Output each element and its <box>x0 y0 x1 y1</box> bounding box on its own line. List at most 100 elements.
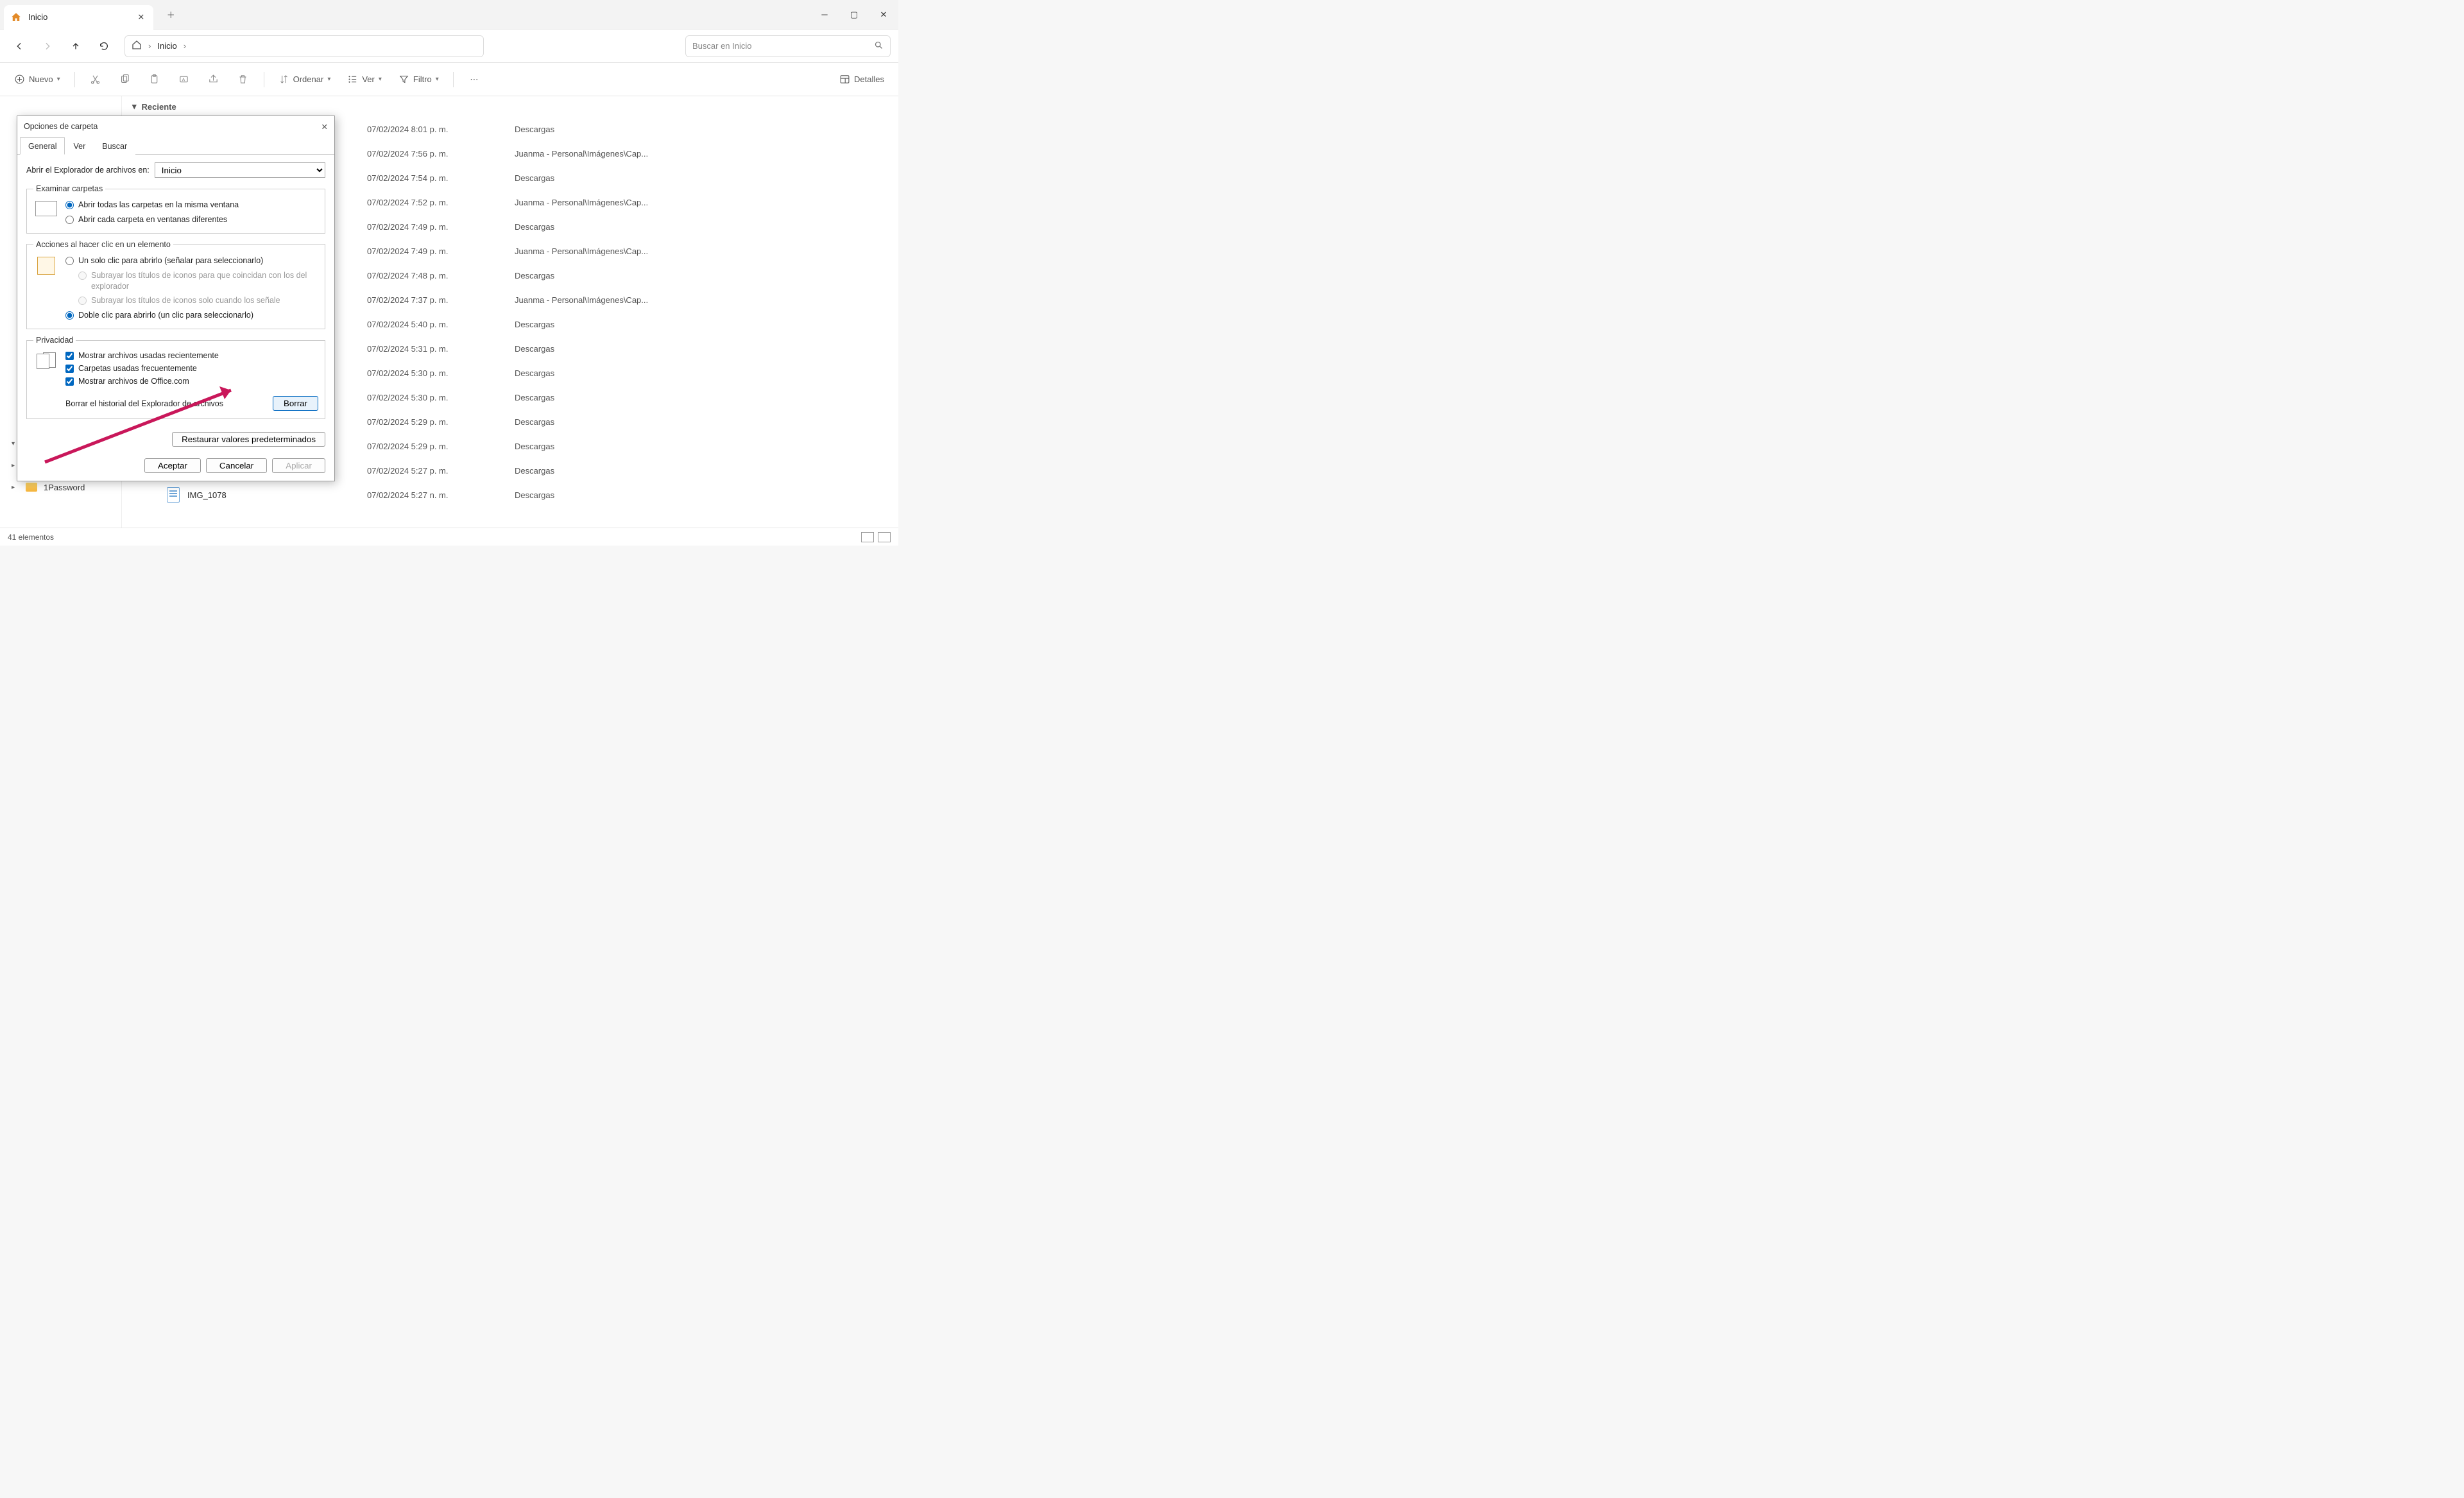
file-date: 07/02/2024 7:49 p. m. <box>367 246 515 256</box>
up-button[interactable] <box>64 35 87 58</box>
ok-button[interactable]: Aceptar <box>144 458 201 473</box>
file-date: 07/02/2024 7:49 p. m. <box>367 222 515 232</box>
file-row[interactable]: IMG_1078 07/02/2024 5:27 n. m. Descargas <box>122 483 898 507</box>
details-label: Detalles <box>854 74 884 84</box>
file-date: 07/02/2024 7:54 p. m. <box>367 173 515 183</box>
radio-underline-hover: Subrayar los títulos de iconos solo cuan… <box>65 295 318 306</box>
file-location: Juanma - Personal\Imágenes\Cap... <box>515 198 648 207</box>
minimize-button[interactable]: ─ <box>810 0 839 30</box>
file-date: 07/02/2024 5:30 p. m. <box>367 393 515 402</box>
check-recent[interactable]: Mostrar archivos usadas recientemente <box>65 351 318 360</box>
file-date: 07/02/2024 5:30 p. m. <box>367 368 515 378</box>
check-office[interactable]: Mostrar archivos de Office.com <box>65 377 318 386</box>
cut-button[interactable] <box>83 69 108 90</box>
forward-button[interactable] <box>36 35 59 58</box>
filter-label: Filtro <box>413 74 432 84</box>
chevron-down-icon: ▾ <box>57 76 60 83</box>
view-grid-button[interactable] <box>878 532 891 542</box>
radio-diff-window[interactable]: Abrir cada carpeta en ventanas diferente… <box>65 214 318 225</box>
view-list-button[interactable] <box>861 532 874 542</box>
clear-history-label: Borrar el historial del Explorador de ar… <box>65 399 223 408</box>
close-window-button[interactable]: ✕ <box>869 0 898 30</box>
chevron-down-icon: ▾ <box>379 76 382 83</box>
search-icon <box>874 40 884 52</box>
privacy-legend: Privacidad <box>33 336 76 345</box>
paste-button[interactable] <box>142 69 167 90</box>
clear-button[interactable]: Borrar <box>273 396 318 411</box>
check-frequent[interactable]: Carpetas usadas frecuentemente <box>65 364 318 373</box>
file-location: Descargas <box>515 417 554 427</box>
chevron-down-icon: ▾ <box>436 76 439 83</box>
chevron-right-icon: › <box>148 41 151 51</box>
examine-legend: Examinar carpetas <box>33 184 105 193</box>
file-date: 07/02/2024 7:37 p. m. <box>367 295 515 305</box>
more-button[interactable]: ⋯ <box>461 69 487 90</box>
share-button[interactable] <box>201 69 227 90</box>
radio-single-click[interactable]: Un solo clic para abrirlo (señalar para … <box>65 255 318 266</box>
breadcrumb[interactable]: Inicio <box>157 41 176 51</box>
refresh-button[interactable] <box>92 35 116 58</box>
apply-button: Aplicar <box>272 458 325 473</box>
toolbar: Nuevo ▾ A Ordenar ▾ Ver ▾ Filtro ▾ ⋯ Det… <box>0 63 898 96</box>
tab-inicio[interactable]: Inicio ✕ <box>4 5 153 30</box>
chevron-right-icon: ▸ <box>12 484 19 491</box>
file-location: Juanma - Personal\Imágenes\Cap... <box>515 149 648 159</box>
dialog-title: Opciones de carpeta <box>24 122 98 131</box>
tab-ver[interactable]: Ver <box>65 137 94 155</box>
section-label: Reciente <box>142 102 176 112</box>
item-count: 41 elementos <box>8 533 54 542</box>
radio-double-click[interactable]: Doble clic para abrirlo (un clic para se… <box>65 310 318 321</box>
folder-icon <box>26 483 37 492</box>
restore-defaults-button[interactable]: Restaurar valores predeterminados <box>172 432 325 447</box>
details-button[interactable]: Detalles <box>833 69 891 90</box>
chevron-right-icon[interactable]: › <box>184 41 186 51</box>
tab-close-icon[interactable]: ✕ <box>137 12 144 22</box>
file-date: 07/02/2024 8:01 p. m. <box>367 125 515 134</box>
file-location: Descargas <box>515 173 554 183</box>
cancel-button[interactable]: Cancelar <box>206 458 267 473</box>
click-legend: Acciones al hacer clic en un elemento <box>33 240 173 249</box>
sort-label: Ordenar <box>293 74 324 84</box>
cursor-icon <box>37 257 55 275</box>
radio-underline-match: Subrayar los títulos de iconos para que … <box>65 270 318 292</box>
back-button[interactable] <box>8 35 31 58</box>
file-location: Juanma - Personal\Imágenes\Cap... <box>515 246 648 256</box>
file-date: 07/02/2024 7:48 p. m. <box>367 271 515 280</box>
tab-buscar[interactable]: Buscar <box>94 137 135 155</box>
maximize-button[interactable]: ▢ <box>839 0 869 30</box>
radio-same-window[interactable]: Abrir todas las carpetas en la misma ven… <box>65 200 318 211</box>
examine-group: Examinar carpetas Abrir todas las carpet… <box>26 184 325 234</box>
file-date: 07/02/2024 5:29 p. m. <box>367 417 515 427</box>
new-button[interactable]: Nuevo ▾ <box>8 69 67 90</box>
tab-label: Inicio <box>28 12 47 22</box>
file-location: Juanma - Personal\Imágenes\Cap... <box>515 295 648 305</box>
file-location: Descargas <box>515 490 554 500</box>
copy-button[interactable] <box>112 69 138 90</box>
file-date: 07/02/2024 5:40 p. m. <box>367 320 515 329</box>
file-location: Descargas <box>515 222 554 232</box>
file-name: IMG_1078 <box>187 490 367 500</box>
search-placeholder: Buscar en Inicio <box>692 41 752 51</box>
rename-button[interactable]: A <box>171 69 197 90</box>
address-bar[interactable]: › Inicio › <box>124 35 484 57</box>
file-date: 07/02/2024 7:56 p. m. <box>367 149 515 159</box>
section-recent[interactable]: ▾ Reciente <box>122 96 898 117</box>
filter-button[interactable]: Filtro ▾ <box>392 69 445 90</box>
svg-text:A: A <box>182 77 185 82</box>
file-location: Descargas <box>515 320 554 329</box>
delete-button[interactable] <box>230 69 256 90</box>
open-in-label: Abrir el Explorador de archivos en: <box>26 166 150 175</box>
view-button[interactable]: Ver ▾ <box>341 69 388 90</box>
file-date: 07/02/2024 5:27 p. m. <box>367 466 515 476</box>
file-location: Descargas <box>515 393 554 402</box>
search-input[interactable]: Buscar en Inicio <box>685 35 891 57</box>
tab-general[interactable]: General <box>20 137 65 155</box>
dialog-close-button[interactable]: ✕ <box>321 122 328 132</box>
sidebar-1pw-label: 1Password <box>44 483 85 492</box>
file-date: 07/02/2024 5:31 p. m. <box>367 344 515 354</box>
open-in-select[interactable]: Inicio <box>155 162 325 178</box>
chevron-down-icon: ▾ <box>327 76 330 83</box>
new-tab-button[interactable]: ＋ <box>161 8 180 21</box>
view-label: Ver <box>362 74 375 84</box>
sort-button[interactable]: Ordenar ▾ <box>272 69 338 90</box>
